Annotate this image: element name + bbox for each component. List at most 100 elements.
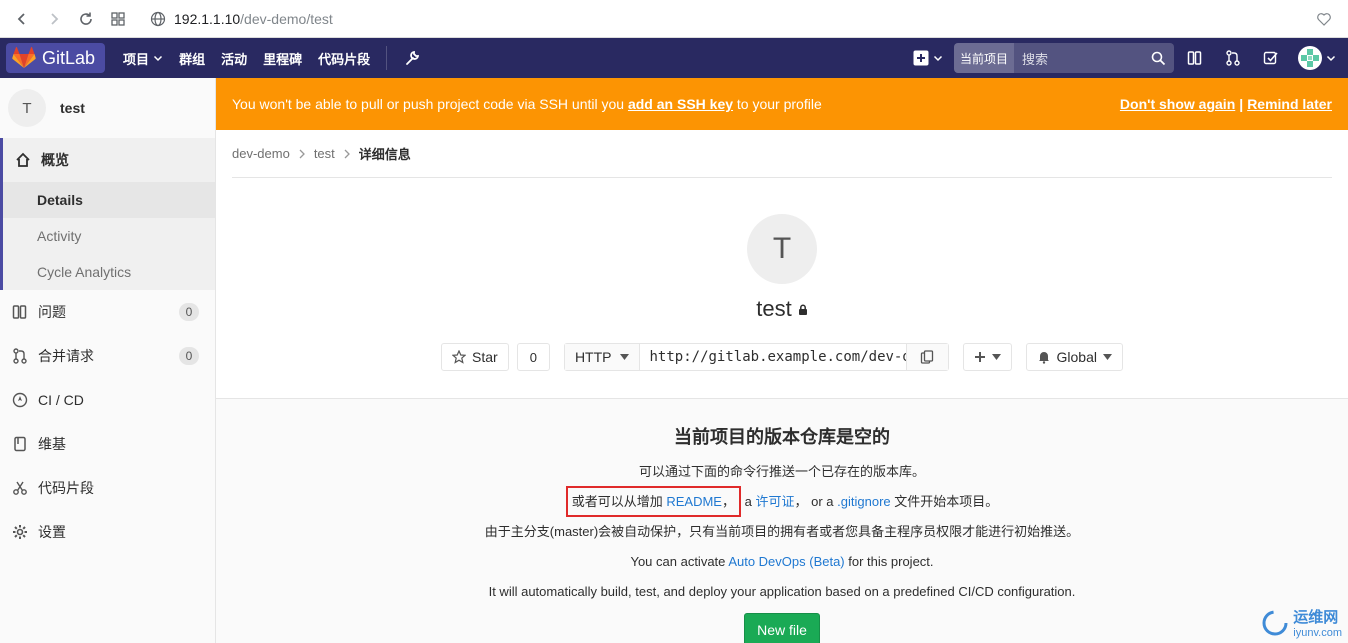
todo-check-icon[interactable] bbox=[1254, 43, 1288, 73]
sidebar-item-snippets[interactable]: 代码片段 bbox=[0, 466, 215, 510]
star-label: Star bbox=[472, 349, 498, 365]
sidebar-item-cicd[interactable]: CI / CD bbox=[0, 378, 215, 422]
sidebar-item-label: 代码片段 bbox=[38, 480, 94, 496]
sidebar-item-wiki[interactable]: 维基 bbox=[0, 422, 215, 466]
add-dropdown-button[interactable] bbox=[962, 343, 1012, 371]
clone-protocol-dropdown[interactable]: HTTP bbox=[564, 344, 640, 370]
empty-repo-line1: 可以通过下面的命令行推送一个已存在的版本库。 bbox=[638, 464, 925, 479]
sidebar-project-header[interactable]: T test bbox=[0, 78, 215, 138]
sidebar-item-merge-requests[interactable]: 合并请求 0 bbox=[0, 334, 215, 378]
nav-milestones[interactable]: 里程碑 bbox=[255, 38, 310, 78]
project-actions: Star 0 HTTP http://gitlab.example.com/de… bbox=[216, 342, 1348, 372]
license-link[interactable]: 许可证 bbox=[755, 494, 794, 509]
globe-icon bbox=[150, 11, 166, 27]
nav-projects[interactable]: 项目 bbox=[115, 38, 171, 78]
project-sidebar: T test 概览 Details Activity Cycle Analyti… bbox=[0, 78, 216, 643]
user-menu[interactable] bbox=[1292, 46, 1342, 70]
admin-wrench-icon[interactable] bbox=[395, 43, 429, 73]
comma-2: ， bbox=[794, 494, 808, 509]
sidebar-overview-group: 概览 Details Activity Cycle Analytics bbox=[0, 138, 215, 290]
watermark-line2: iyunv.com bbox=[1293, 627, 1342, 639]
readme-highlight-box: 或者可以从增加 README， bbox=[565, 486, 741, 517]
breadcrumb-group[interactable]: dev-demo bbox=[232, 146, 290, 161]
star-button[interactable]: Star bbox=[441, 343, 509, 371]
plus-icon bbox=[974, 352, 985, 362]
address-bar[interactable]: 192.1.1.10/dev-demo/test bbox=[142, 6, 1340, 32]
caret-down-icon bbox=[1102, 354, 1112, 360]
new-file-button[interactable]: New file bbox=[744, 613, 820, 643]
add-ssh-key-link[interactable]: add an SSH key bbox=[628, 96, 733, 112]
merge-request-icon[interactable] bbox=[1216, 43, 1250, 73]
new-dropdown[interactable] bbox=[906, 43, 950, 73]
line2-prefix: 或者可以从增加 bbox=[571, 494, 663, 509]
sidebar-subitem-cycle-analytics[interactable]: Cycle Analytics bbox=[3, 254, 215, 290]
search-input[interactable]: 搜索 bbox=[1014, 49, 1143, 68]
chevron-right-icon bbox=[344, 149, 350, 158]
a-text: a bbox=[744, 494, 752, 509]
line4-prefix: You can activate bbox=[630, 554, 726, 569]
sidebar-subitem-activity[interactable]: Activity bbox=[3, 218, 215, 254]
empty-repo-line4: You can activate Auto DevOps (Beta) for … bbox=[630, 547, 933, 577]
notification-label: Global bbox=[1056, 349, 1097, 365]
sidebar-item-issues[interactable]: 问题 0 bbox=[0, 290, 215, 334]
main-content: You won't be able to pull or push projec… bbox=[216, 78, 1348, 643]
sidebar-item-label: 合并请求 bbox=[38, 348, 94, 364]
project-avatar-large: T bbox=[747, 214, 817, 284]
home-icon bbox=[16, 152, 30, 167]
forward-icon[interactable] bbox=[40, 5, 68, 33]
search-scope-badge[interactable]: 当前项目 bbox=[954, 43, 1015, 73]
site-watermark: 运维网 iyunv.com bbox=[1261, 606, 1342, 639]
caret-down-icon bbox=[619, 354, 629, 360]
gitignore-link[interactable]: .gitignore bbox=[837, 494, 890, 509]
reload-icon[interactable] bbox=[72, 5, 100, 33]
apps-grid-icon[interactable] bbox=[104, 5, 132, 33]
copy-clipboard-icon[interactable] bbox=[905, 344, 948, 370]
empty-repo-panel: 当前项目的版本仓库是空的 可以通过下面的命令行推送一个已存在的版本库。 或者可以… bbox=[216, 398, 1348, 643]
plus-square-icon bbox=[913, 50, 929, 66]
caret-down-icon bbox=[991, 354, 1001, 360]
search-icon[interactable] bbox=[1143, 51, 1174, 66]
project-name: test bbox=[60, 100, 85, 116]
breadcrumb-project[interactable]: test bbox=[314, 146, 335, 161]
clone-url-input[interactable]: http://gitlab.example.com/dev-de bbox=[640, 344, 906, 370]
browser-toolbar: 192.1.1.10/dev-demo/test bbox=[0, 0, 1348, 38]
readme-link[interactable]: README bbox=[666, 494, 722, 509]
auto-devops-link[interactable]: Auto DevOps (Beta) bbox=[728, 554, 844, 569]
sidebar-item-overview[interactable]: 概览 bbox=[3, 138, 215, 182]
url-path: /dev-demo/test bbox=[240, 10, 333, 27]
star-count[interactable]: 0 bbox=[516, 343, 550, 371]
nav-activity[interactable]: 活动 bbox=[213, 38, 255, 78]
sidebar-item-label: 设置 bbox=[38, 524, 66, 540]
sidebar-item-settings[interactable]: 设置 bbox=[0, 510, 215, 554]
notification-dropdown[interactable]: Global bbox=[1025, 343, 1123, 371]
gitlab-logo[interactable]: GitLab bbox=[6, 43, 106, 73]
issues-count-badge: 0 bbox=[179, 303, 199, 321]
favorite-heart-icon[interactable] bbox=[1316, 11, 1332, 27]
nav-groups[interactable]: 群组 bbox=[171, 38, 213, 78]
alert-separator: | bbox=[1239, 96, 1244, 112]
watermark-logo-icon bbox=[1262, 610, 1288, 635]
breadcrumb-current[interactable]: 详细信息 bbox=[359, 144, 411, 163]
breadcrumb: dev-demo test 详细信息 bbox=[232, 130, 1332, 178]
dont-show-again-link[interactable]: Don't show again bbox=[1120, 96, 1235, 112]
chevron-down-icon bbox=[154, 55, 163, 62]
empty-repo-line5: It will automatically build, test, and d… bbox=[488, 584, 1076, 599]
avatar bbox=[1298, 46, 1322, 70]
sidebar-item-label: CI / CD bbox=[38, 392, 84, 408]
back-icon[interactable] bbox=[8, 5, 36, 33]
book-icon bbox=[14, 436, 26, 452]
nav-divider bbox=[386, 46, 388, 70]
alert-message: You won't be able to pull or push projec… bbox=[232, 96, 822, 112]
gear-icon bbox=[13, 525, 27, 539]
sidebar-toggle-icon[interactable] bbox=[1178, 43, 1212, 73]
star-icon bbox=[452, 350, 467, 364]
chevron-down-icon bbox=[933, 55, 943, 62]
sidebar-subitem-details[interactable]: Details bbox=[3, 182, 215, 218]
remind-later-link[interactable]: Remind later bbox=[1247, 96, 1332, 112]
search-box[interactable]: 当前项目 搜索 bbox=[954, 43, 1174, 73]
project-hero: T test bbox=[216, 178, 1348, 322]
chevron-right-icon bbox=[299, 149, 305, 158]
line2-suffix: 文件开始本项目。 bbox=[894, 494, 999, 509]
nav-snippets[interactable]: 代码片段 bbox=[310, 38, 378, 78]
project-avatar: T bbox=[8, 89, 46, 127]
